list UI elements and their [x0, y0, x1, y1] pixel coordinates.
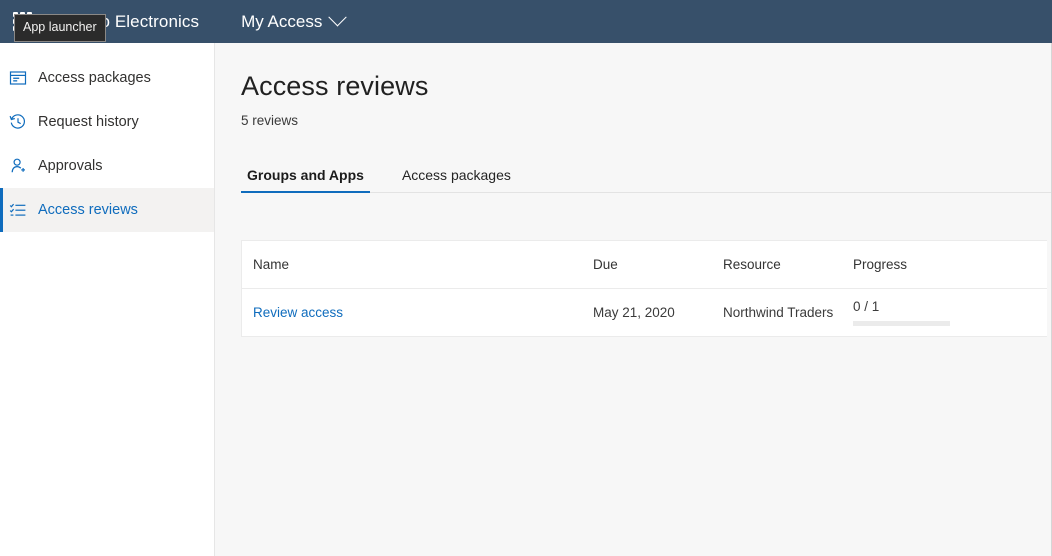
person-add-icon [9, 157, 27, 175]
column-header-progress: Progress [853, 257, 1023, 272]
cell-due: May 21, 2020 [593, 305, 723, 320]
my-access-menu[interactable]: My Access [241, 12, 344, 32]
review-access-link[interactable]: Review access [253, 305, 343, 320]
cell-resource: Northwind Traders [723, 305, 853, 320]
sidebar-item-request-history[interactable]: Request history [0, 100, 214, 144]
checklist-icon [9, 201, 27, 219]
package-icon [9, 69, 27, 87]
sidebar-item-label: Request history [38, 114, 139, 130]
top-header-bar: Contoso Electronics My Access [0, 0, 1052, 43]
tab-access-packages[interactable]: Access packages [396, 161, 517, 192]
sidebar-nav: Access packages Request history [0, 43, 215, 556]
progress-label: 0 / 1 [853, 299, 1023, 314]
my-access-label: My Access [241, 12, 322, 32]
review-count-subtitle: 5 reviews [215, 102, 1051, 128]
history-clock-icon [9, 113, 27, 131]
tab-groups-and-apps[interactable]: Groups and Apps [241, 161, 370, 192]
sidebar-item-access-packages[interactable]: Access packages [0, 56, 214, 100]
table-row[interactable]: Review access May 21, 2020 Northwind Tra… [242, 289, 1047, 337]
page-title: Access reviews [215, 43, 1051, 102]
column-header-due: Due [593, 257, 723, 272]
sidebar-item-approvals[interactable]: Approvals [0, 144, 214, 188]
sidebar-item-access-reviews[interactable]: Access reviews [0, 188, 214, 232]
app-root: Contoso Electronics My Access App launch… [0, 0, 1052, 556]
sidebar-item-label: Approvals [38, 158, 102, 174]
tab-list: Groups and Apps Access packages [241, 161, 1052, 193]
table-header-row: Name Due Resource Progress [242, 241, 1047, 289]
column-header-resource: Resource [723, 257, 853, 272]
access-reviews-table: Name Due Resource Progress Review access… [241, 240, 1047, 337]
cell-name: Review access [253, 305, 593, 320]
progress-bar [853, 321, 950, 326]
sidebar-item-label: Access packages [38, 70, 151, 86]
main-content: Access reviews 5 reviews Groups and Apps… [215, 43, 1052, 556]
chevron-down-icon [329, 8, 347, 26]
sidebar-item-label: Access reviews [38, 202, 138, 218]
app-launcher-tooltip: App launcher [14, 14, 106, 42]
body-wrapper: Access packages Request history [0, 43, 1052, 556]
cell-progress: 0 / 1 [853, 299, 1023, 326]
progress-wrapper: 0 / 1 [853, 299, 1023, 326]
column-header-name: Name [253, 257, 593, 272]
